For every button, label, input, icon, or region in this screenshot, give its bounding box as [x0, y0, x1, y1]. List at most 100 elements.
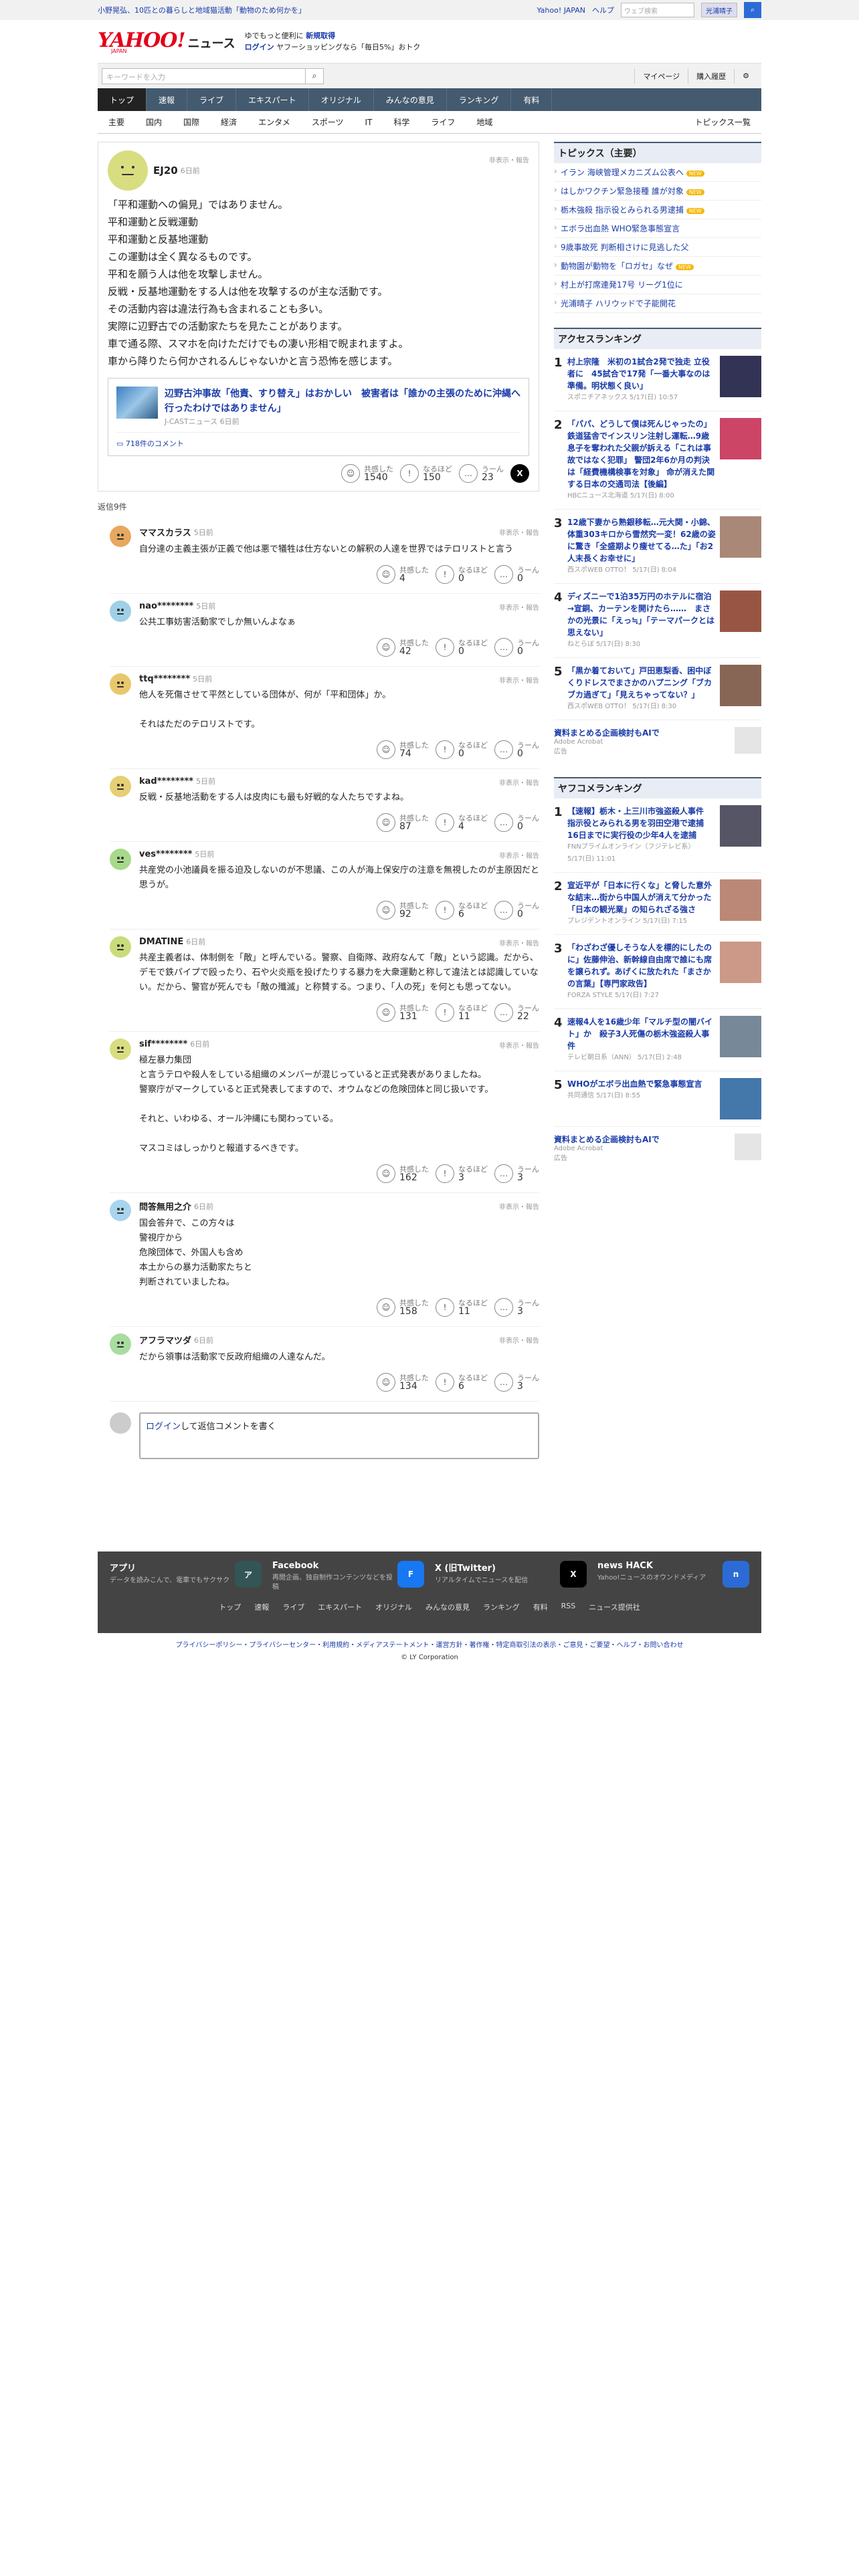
hmm-button[interactable]: … うーん 0 [494, 901, 539, 920]
history-link[interactable]: 購入履歴 [688, 68, 734, 84]
report-link[interactable]: 非表示・報告 [499, 850, 539, 860]
news-search-input[interactable]: キーワードを入力 [102, 68, 306, 84]
cat-main[interactable]: 主要 [98, 116, 135, 128]
gnav-live[interactable]: ライブ [187, 88, 237, 111]
hmm-button[interactable]: … うーん 0 [494, 638, 539, 657]
rank-title[interactable]: 「わざわざ優しそうな人を標的にしたのに」佐藤伸治、新幹線自由席で誰にも席を譲られ… [567, 942, 720, 1002]
hmm-button[interactable]: … うーん 0 [494, 565, 539, 584]
reply-username[interactable]: ママスカラス [139, 526, 191, 538]
topic-item[interactable]: 光浦晴子 ハリウッドで子能開花 [554, 294, 761, 313]
footer-link[interactable]: エキスパート [318, 1602, 362, 1612]
gnav-original[interactable]: オリジナル [309, 88, 374, 111]
footer-link[interactable]: RSS [561, 1602, 576, 1612]
topic-item[interactable]: 動物園が動物を「ロガセ」なぜNEW [554, 257, 761, 276]
rank-title[interactable]: 12歳下妻から熟銀移転…元大関・小錦、体重303キロから雪然究一変！62歳の姿に… [567, 516, 720, 576]
search-icon[interactable]: ⌕ [305, 68, 324, 84]
insight-button[interactable]: ! なるほど 6 [436, 1373, 488, 1392]
empathy-button[interactable]: ☺ 共感した 87 [377, 813, 429, 832]
report-link[interactable]: 非表示・報告 [489, 154, 529, 165]
empathy-button[interactable]: ☺ 共感した 92 [377, 901, 429, 920]
cat-life[interactable]: ライフ [420, 116, 466, 128]
gnav-paid[interactable]: 有料 [511, 88, 553, 111]
access-rank-item[interactable]: 4 ディズニーで1泊35万円のホテルに宿泊→宣銅、カーテンを開けたら…… まさかの… [554, 584, 761, 658]
user-name[interactable]: 光浦晴子 [701, 3, 737, 17]
insight-button[interactable]: ! なるほど 11 [436, 1298, 488, 1317]
legal-link-list[interactable]: プライバシーポリシー・プライバシーセンター・利用規約・メディアステートメント・運… [98, 1640, 761, 1652]
reply-username[interactable]: アフラマツダ [139, 1333, 191, 1346]
comment-rank-item[interactable]: 5 WHOがエボラ出血熱で緊急事態宣言 共同通信 5/17(日) 8:55 [554, 1071, 761, 1127]
footer-link[interactable]: 有料 [533, 1602, 548, 1612]
hmm-button[interactable]: … うーん 23 [459, 464, 504, 483]
reply-username[interactable]: sif******** [139, 1039, 187, 1049]
hmm-button[interactable]: … うーん 3 [494, 1298, 539, 1317]
empathy-button[interactable]: ☺ 共感した 134 [377, 1373, 429, 1392]
access-rank-item[interactable]: 2 「パパ、どうして僕は死んじゃったの」鉄道猛舎でインスリン注射し運転…9歳息子を… [554, 411, 761, 510]
access-rank-item[interactable]: 1 村上宗隆 米初の1試合2発で独走 立役者に 45試合で17発「一番大事なのは準… [554, 349, 761, 411]
cat-domestic[interactable]: 国内 [135, 116, 173, 128]
login-link[interactable]: ログイン [245, 43, 274, 51]
reply-username[interactable]: ves******** [139, 849, 192, 859]
search-icon[interactable]: ⌕ [744, 2, 761, 18]
reply-username[interactable]: kad******** [139, 776, 193, 786]
cat-science[interactable]: 科学 [383, 116, 420, 128]
shopping-promo-link[interactable]: ヤフーショッピングなら「毎日5%」おトク [276, 43, 420, 51]
comment-rank-item[interactable]: 4 速報4人を16歳少年「マルチ型の闇バイト」か 殺子3人死傷の栃木強盗殺人事件テ… [554, 1009, 761, 1071]
gnav-top[interactable]: トップ [98, 88, 147, 111]
yahoo-japan-link[interactable]: Yahoo! JAPAN [537, 6, 585, 15]
footer-app-link[interactable]: アプリ データを読みこんで、電車でもサクサクア [104, 1561, 267, 1592]
hmm-button[interactable]: … うーん 0 [494, 740, 539, 759]
report-link[interactable]: 非表示・報告 [499, 938, 539, 948]
rank-title[interactable]: 村上宗隆 米初の1試合2発で独走 立役者に 45試合で17発「一番大事なのは準備… [567, 356, 720, 404]
cat-it[interactable]: IT [354, 118, 383, 127]
comment-username[interactable]: EJ20 [153, 165, 178, 177]
empathy-button[interactable]: ☺ 共感した 158 [377, 1298, 429, 1317]
topic-item[interactable]: イラン 海峡管理メカニズム公表へNEW [554, 163, 761, 182]
footer-app-link[interactable]: news HACK Yahoo!ニュースのオウンドメディア n [592, 1561, 755, 1592]
empathy-button[interactable]: ☺ 共感した 42 [377, 638, 429, 657]
hmm-button[interactable]: … うーん 3 [494, 1373, 539, 1392]
ad-title[interactable]: 資料まとめる企画検討もAIで [554, 728, 660, 738]
footer-link[interactable]: オリジナル [375, 1602, 412, 1612]
register-link[interactable]: 新規取得 [306, 31, 335, 40]
cat-sports[interactable]: スポーツ [301, 116, 355, 128]
gnav-opinion[interactable]: みんなの意見 [374, 88, 447, 111]
access-rank-item[interactable]: 3 12歳下妻から熟銀移転…元大関・小錦、体重303キロから雪然究一変！62歳の姿… [554, 510, 761, 584]
hmm-button[interactable]: … うーん 22 [494, 1003, 539, 1022]
report-link[interactable]: 非表示・報告 [499, 1335, 539, 1345]
reply-username[interactable]: ttq******** [139, 674, 190, 684]
topics-list-link[interactable]: トピックス一覧 [684, 116, 761, 128]
footer-app-link[interactable]: Facebook 再閲企画、独自制作コンテンツなどを投稿 F [267, 1561, 430, 1592]
mypage-link[interactable]: マイページ [634, 68, 688, 84]
report-link[interactable]: 非表示・報告 [499, 675, 539, 685]
login-link[interactable]: ログイン [146, 1422, 181, 1432]
insight-button[interactable]: ! なるほど 0 [436, 565, 488, 584]
ad-title[interactable]: 資料まとめる企画検討もAIで [554, 1135, 660, 1144]
topic-item[interactable]: 村上が打席連発17号 リーグ1位に [554, 276, 761, 294]
footer-link[interactable]: ライブ [282, 1602, 304, 1612]
report-link[interactable]: 非表示・報告 [499, 777, 539, 787]
report-link[interactable]: 非表示・報告 [499, 527, 539, 537]
reply-username[interactable]: nao******** [139, 601, 193, 611]
web-search-input[interactable]: ウェブ検索 [621, 3, 694, 17]
rank-title[interactable]: 【速報】栃木・上三川市強盗殺人事件 指示役とみられる男を羽田空港で逮捕 16日ま… [567, 805, 720, 865]
gnav-expert[interactable]: エキスパート [236, 88, 309, 111]
article-comments-link[interactable]: 718件のコメント [126, 439, 184, 448]
empathy-button[interactable]: ☺ 共感した 1540 [341, 464, 393, 483]
reply-username[interactable]: DMATINE [139, 937, 183, 947]
gnav-flash[interactable]: 速報 [147, 88, 188, 111]
article-card[interactable]: 辺野古沖事故「他責、すり替え」はおかしい 被害者は「誰かの主張のために沖縄へ行っ… [108, 378, 529, 456]
rank-title[interactable]: 宣近平が「日本に行くな」と脅した意外な結末…街から中国人が消えて分かった「日本の… [567, 879, 720, 928]
footer-link[interactable]: トップ [219, 1602, 241, 1612]
insight-button[interactable]: ! なるほど 11 [436, 1003, 488, 1022]
help-link[interactable]: ヘルプ [592, 5, 614, 15]
comment-rank-item[interactable]: 1 【速報】栃木・上三川市強盗殺人事件 指示役とみられる男を羽田空港で逮捕 16日… [554, 798, 761, 873]
rank-title[interactable]: 「黒か着ておいて」戸田恵梨香、困中ぼくりドレスでまさかのハプニング「ブカブカ過ぎ… [567, 665, 720, 713]
topic-item[interactable]: 9歳事故死 判断相さけに見逃した父 [554, 238, 761, 257]
insight-button[interactable]: ! なるほど 3 [436, 1164, 488, 1183]
empathy-button[interactable]: ☺ 共感した 74 [377, 740, 429, 759]
insight-button[interactable]: ! なるほど 6 [436, 901, 488, 920]
article-title[interactable]: 辺野古沖事故「他責、すり替え」はおかしい 被害者は「誰かの主張のために沖縄へ行っ… [165, 387, 520, 416]
cat-local[interactable]: 地域 [466, 116, 503, 128]
access-rank-item[interactable]: 5 「黒か着ておいて」戸田恵梨香、困中ぼくりドレスでまさかのハプニング「ブカブカ過… [554, 658, 761, 720]
cat-world[interactable]: 国際 [173, 116, 210, 128]
